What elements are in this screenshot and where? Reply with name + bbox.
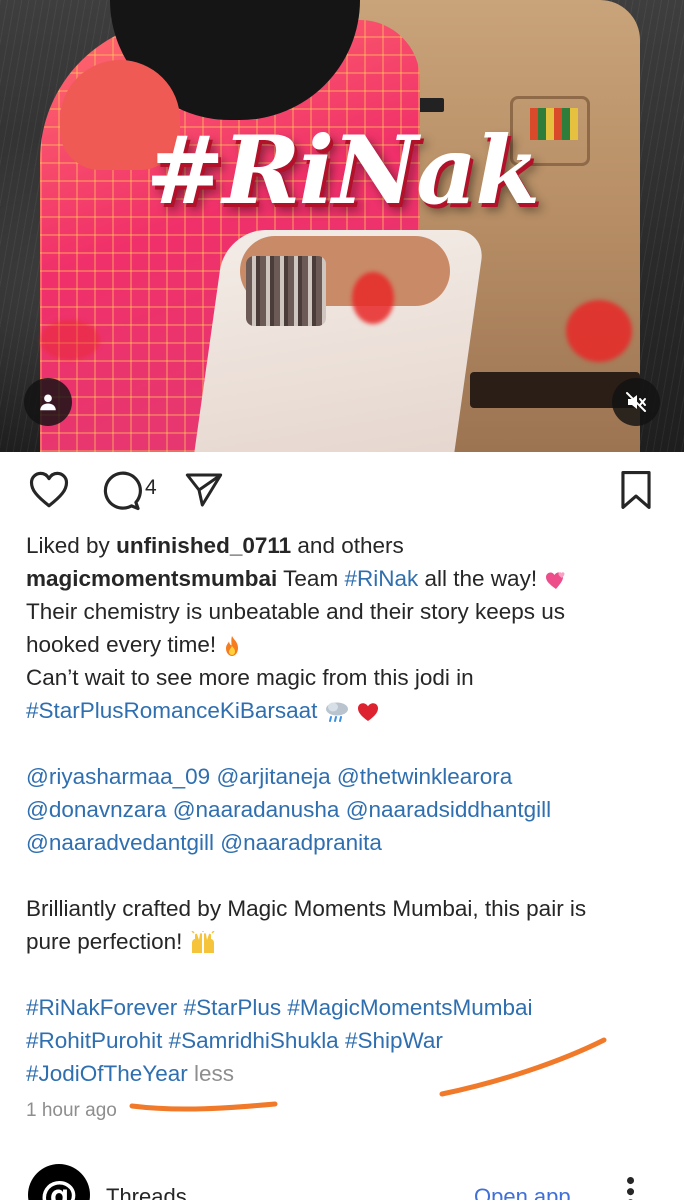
mention-link[interactable]: @naaradvedantgill [26,830,214,855]
hashtags-row-2: #RohitPurohit #SamridhiShukla #ShipWar [26,1024,666,1057]
open-app-button[interactable]: Open app [474,1184,571,1200]
like-button[interactable] [28,470,70,510]
comment-button[interactable]: 4 [100,470,157,512]
post-timestamp: 1 hour ago [26,1100,117,1121]
caption-text: pure perfection! [26,929,183,954]
vertical-dots-icon[interactable]: ••• [616,1176,646,1200]
author-username-link[interactable]: magicmomentsmumbai [26,566,277,591]
comment-count: 4 [145,476,157,499]
mention-link[interactable]: @naaradanusha [173,797,340,822]
mention-link[interactable]: @arjitaneja [216,764,330,789]
less-toggle[interactable]: less [194,1061,234,1086]
mention-link[interactable]: @donavnzara [26,797,166,822]
threads-app-name: Threads [106,1184,187,1200]
mention-link[interactable]: @naaradsiddhantgill [346,797,551,822]
bookmark-outline-icon [621,471,651,509]
fire-emoji-icon [226,636,239,657]
two-hearts-emoji-icon [546,572,565,590]
caption-line-3: hooked every time! [26,628,666,661]
likes-line: Liked by unfinished_0711 and others [26,529,666,562]
mentions-row-3: @naaradvedantgill @naaradpranita [26,826,666,859]
mention-link[interactable]: @naaradpranita [220,830,382,855]
caption-line-4: Can’t wait to see more magic from this j… [26,665,474,690]
caption-crafted-2: pure perfection! [26,925,666,958]
mention-link[interactable]: @thetwinklearora [337,764,512,789]
hashtag-link[interactable]: #StarPlusRomanceKiBarsaat [26,698,317,723]
mentions-row-1: @riyasharmaa_09 @arjitaneja @thetwinklea… [26,760,666,793]
post-media[interactable]: #RiNak [0,0,684,452]
hashtag-link[interactable]: #MagicMomentsMumbai [287,995,532,1020]
red-heart-emoji-icon [357,703,378,722]
hashtag-link[interactable]: #ShipWar [345,1028,443,1053]
paper-plane-icon [185,473,223,507]
raising-hands-emoji-icon [191,931,215,954]
falling-petal [352,272,394,324]
hashtag-overlay: #RiNak [145,116,541,226]
liked-by-user-link[interactable]: unfinished_0711 [116,533,291,558]
caption-crafted-1: Brilliantly crafted by Magic Moments Mum… [26,896,587,921]
likes-suffix: and others [297,533,404,558]
mentions-row-2: @donavnzara @naaradanusha @naaradsiddhan… [26,793,666,826]
save-button[interactable] [618,470,654,510]
hashtags-row-3: #JodiOfTheYear less [26,1057,666,1090]
speaker-muted-icon [626,392,646,412]
hashtag-link[interactable]: #StarPlus [184,995,282,1020]
mute-button[interactable] [612,378,660,426]
threads-banner: @ Threads Open app ••• [0,1160,684,1200]
hashtag-link[interactable]: #SamridhiShukla [169,1028,339,1053]
caption-text: hooked every time! [26,632,217,657]
falling-petal [40,320,100,360]
bangles [246,256,326,326]
caption-line-5: #StarPlusRomanceKiBarsaat [26,694,666,727]
tagged-users-button[interactable] [24,378,72,426]
caption-line-2: Their chemistry is unbeatable and their … [26,599,566,624]
caption-text: Team [283,566,339,591]
threads-logo-icon: @ [28,1164,90,1200]
hashtags-row-1: #RiNakForever #StarPlus #MagicMomentsMum… [26,991,666,1024]
mention-link[interactable]: @riyasharmaa_09 [26,764,210,789]
cloud-rain-emoji-icon [325,702,348,723]
likes-prefix: Liked by [26,533,110,558]
post-caption: Liked by unfinished_0711 and others magi… [26,529,666,1090]
person-icon [40,394,56,411]
hashtag-link[interactable]: #RohitPurohit [26,1028,162,1053]
falling-petal [566,300,632,362]
comment-bubble-icon [103,471,142,511]
hashtag-link[interactable]: #JodiOfTheYear [26,1061,188,1086]
hashtag-link[interactable]: #RiNak [344,566,418,591]
action-bar: 4 [0,466,684,516]
caption-text: all the way! [424,566,538,591]
annotation-stroke [129,1101,278,1112]
caption-line-1: magicmomentsmumbai Team #RiNak all the w… [26,562,666,595]
share-button[interactable] [184,470,224,510]
heart-outline-icon [29,471,69,508]
hashtag-link[interactable]: #RiNakForever [26,995,177,1020]
